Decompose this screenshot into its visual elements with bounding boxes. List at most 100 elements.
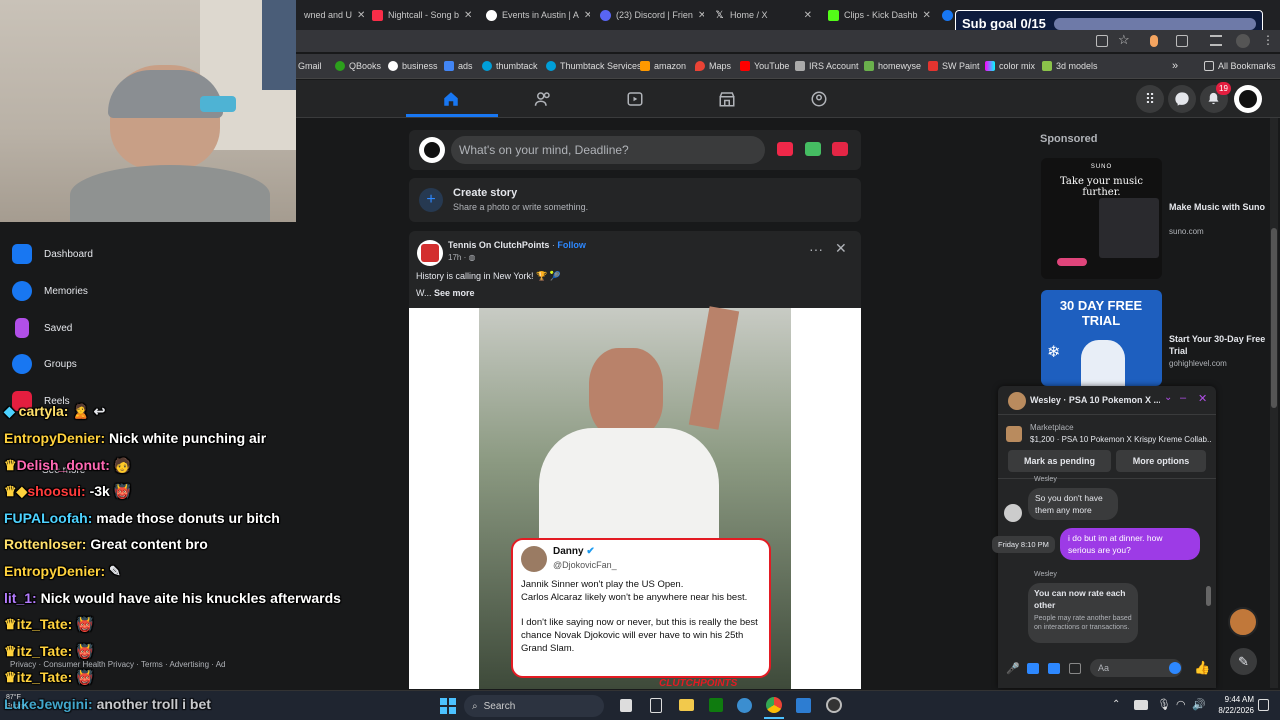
close-icon[interactable]: ✕ — [835, 240, 847, 257]
browser-tab[interactable]: (23) Discord | Frien ✕ — [594, 4, 704, 26]
bookmark-qbooks[interactable]: QBooks — [335, 59, 381, 73]
install-icon[interactable] — [1096, 35, 1108, 47]
windows-start-icon[interactable] — [440, 698, 456, 714]
sticker-icon[interactable] — [1048, 663, 1060, 674]
reel-icon[interactable] — [832, 142, 848, 156]
extensions-puzzle-icon[interactable] — [1176, 35, 1188, 47]
extension-icon[interactable] — [1150, 35, 1158, 47]
file-explorer-icon[interactable] — [679, 699, 694, 711]
close-icon[interactable]: ✕ — [1198, 392, 1207, 405]
sidebar-item-memories[interactable]: Memories — [12, 281, 88, 301]
microphone-icon[interactable]: 🎙 — [1157, 698, 1171, 711]
page-avatar[interactable] — [417, 240, 443, 266]
home-icon[interactable] — [442, 90, 460, 108]
bookmark-gmail[interactable]: Gmail — [298, 59, 322, 73]
bookmark-thumbtack-services[interactable]: Thumbtack Services — [546, 59, 642, 73]
browser-tab[interactable]: 𝕏 Home / X ✕ — [708, 4, 818, 26]
create-story-card[interactable]: + Create story Share a photo or write so… — [409, 178, 861, 222]
marketplace-icon[interactable] — [718, 90, 736, 108]
messenger-icon[interactable] — [1168, 85, 1196, 113]
wifi-icon[interactable]: ◠ — [1176, 698, 1186, 711]
chat-avatar[interactable] — [1008, 392, 1026, 410]
app-grid-icon[interactable]: ⠿ — [1136, 85, 1164, 113]
browser-tab[interactable]: wned and U ✕ — [298, 4, 364, 26]
footer-links[interactable]: Privacy · Consumer Health Privacy · Term… — [10, 660, 225, 669]
post-options-icon[interactable]: ··· — [809, 241, 823, 257]
sidebar-item-dashboard[interactable]: Dashboard — [12, 244, 93, 264]
bookmark-homewyse[interactable]: homewyse — [864, 59, 921, 73]
obs-icon[interactable] — [826, 697, 842, 713]
app-icon[interactable] — [737, 698, 752, 713]
clock[interactable]: 9:44 AM 8/22/2026 — [1212, 694, 1254, 716]
browser-tab[interactable]: Events in Austin | A ✕ — [480, 4, 590, 26]
groups-nav-icon[interactable] — [810, 90, 828, 108]
browser-tab[interactable]: Nightcall - Song b ✕ — [366, 4, 474, 26]
chevron-down-icon[interactable]: ⌄ — [1164, 392, 1172, 403]
profile-icon[interactable] — [1236, 34, 1250, 48]
bookmark-youtube[interactable]: YouTube — [740, 59, 789, 73]
ad-title[interactable]: Make Music with Suno — [1169, 201, 1269, 213]
post-see-more[interactable]: W... See more — [416, 288, 475, 298]
star-icon[interactable]: ☆ — [1118, 32, 1130, 48]
bookmark-ads[interactable]: ads — [444, 59, 473, 73]
chat-scrollbar[interactable] — [1206, 586, 1211, 606]
video-icon[interactable] — [626, 90, 644, 108]
gif-icon[interactable] — [1069, 663, 1081, 674]
bookmark-sw-paint[interactable]: SW Paint — [928, 59, 980, 73]
bookmark-irs-account[interactable]: IRS Account — [795, 59, 859, 73]
cloud-icon[interactable] — [1134, 700, 1148, 710]
menu-dots-icon[interactable]: ⋮ — [1262, 33, 1274, 47]
close-icon[interactable]: ✕ — [464, 10, 472, 21]
taskbar-search[interactable]: ⌕ Search — [464, 695, 604, 717]
microphone-icon[interactable]: 🎤 — [1006, 662, 1020, 675]
sidebar-item-saved[interactable]: Saved — [12, 318, 72, 338]
close-icon[interactable]: ✕ — [357, 10, 364, 21]
chevron-up-icon[interactable]: ⌃ — [1112, 699, 1120, 710]
app-icon[interactable] — [796, 698, 811, 713]
bookmark-thumbtack[interactable]: thumbtack — [482, 59, 538, 73]
close-icon[interactable]: ✕ — [923, 10, 931, 21]
photo-video-icon[interactable] — [805, 142, 821, 156]
post-author[interactable]: Tennis On ClutchPoints — [448, 240, 549, 250]
close-icon[interactable]: ✕ — [698, 10, 704, 21]
page-scrollbar-track[interactable] — [1270, 118, 1278, 688]
chrome-icon[interactable] — [766, 697, 782, 713]
chat-head-avatar[interactable] — [1228, 607, 1258, 637]
bookmark-maps[interactable]: Maps — [695, 59, 731, 73]
xbox-icon[interactable] — [709, 698, 723, 712]
photo-icon[interactable] — [1027, 663, 1039, 674]
follow-link[interactable]: Follow — [557, 240, 586, 250]
bookmark-business[interactable]: business — [388, 59, 438, 73]
bookmarks-overflow-chevron[interactable]: » — [1172, 59, 1178, 73]
live-video-icon[interactable] — [777, 142, 793, 156]
task-view-icon[interactable] — [620, 699, 632, 712]
notification-center-icon[interactable] — [1258, 699, 1269, 711]
profile-avatar[interactable] — [1234, 85, 1262, 113]
composer-input[interactable]: What's on your mind, Deadline? — [451, 136, 765, 164]
friends-icon[interactable] — [534, 90, 552, 108]
all-bookmarks[interactable]: All Bookmarks — [1204, 59, 1276, 73]
ad-image-highlevel[interactable]: 30 DAY FREE TRIAL ❄ — [1041, 290, 1162, 386]
mark-pending-button[interactable]: Mark as pending — [1008, 450, 1111, 472]
chat-title[interactable]: Wesley · PSA 10 Pokemon X ... — [1030, 395, 1160, 405]
browser-tab[interactable]: Clips - Kick Dashb ✕ — [822, 4, 932, 26]
close-icon[interactable]: ✕ — [804, 10, 812, 21]
sidebar-item-groups[interactable]: Groups — [12, 354, 77, 374]
page-scrollbar-thumb[interactable] — [1271, 228, 1277, 408]
bookmark-3d-models[interactable]: 3d models — [1042, 59, 1098, 73]
media-icon[interactable] — [1210, 35, 1222, 46]
ad-image-suno[interactable]: SUNO Take your music further. — [1041, 158, 1162, 279]
bookmark-amazon[interactable]: amazon — [640, 59, 686, 73]
more-options-button[interactable]: More options — [1116, 450, 1206, 472]
listing-title[interactable]: $1,200 · PSA 10 Pokemon X Krispy Kreme C… — [1030, 435, 1212, 444]
ad-title[interactable]: Start Your 30-Day Free Trial — [1169, 333, 1269, 357]
bookmark-color-mix[interactable]: color mix — [985, 59, 1035, 73]
emoji-icon[interactable] — [1169, 662, 1181, 674]
new-message-icon[interactable]: ✎ — [1230, 648, 1257, 675]
volume-icon[interactable]: 🔊 — [1192, 698, 1206, 711]
post-image[interactable]: Danny ✔ @DjokovicFan_ Jannik Sinner won'… — [409, 306, 861, 689]
notepad-icon[interactable] — [650, 698, 662, 713]
thumbs-up-icon[interactable]: 👍 — [1194, 660, 1210, 676]
minimize-icon[interactable]: – — [1180, 392, 1186, 404]
close-icon[interactable]: ✕ — [584, 10, 590, 21]
